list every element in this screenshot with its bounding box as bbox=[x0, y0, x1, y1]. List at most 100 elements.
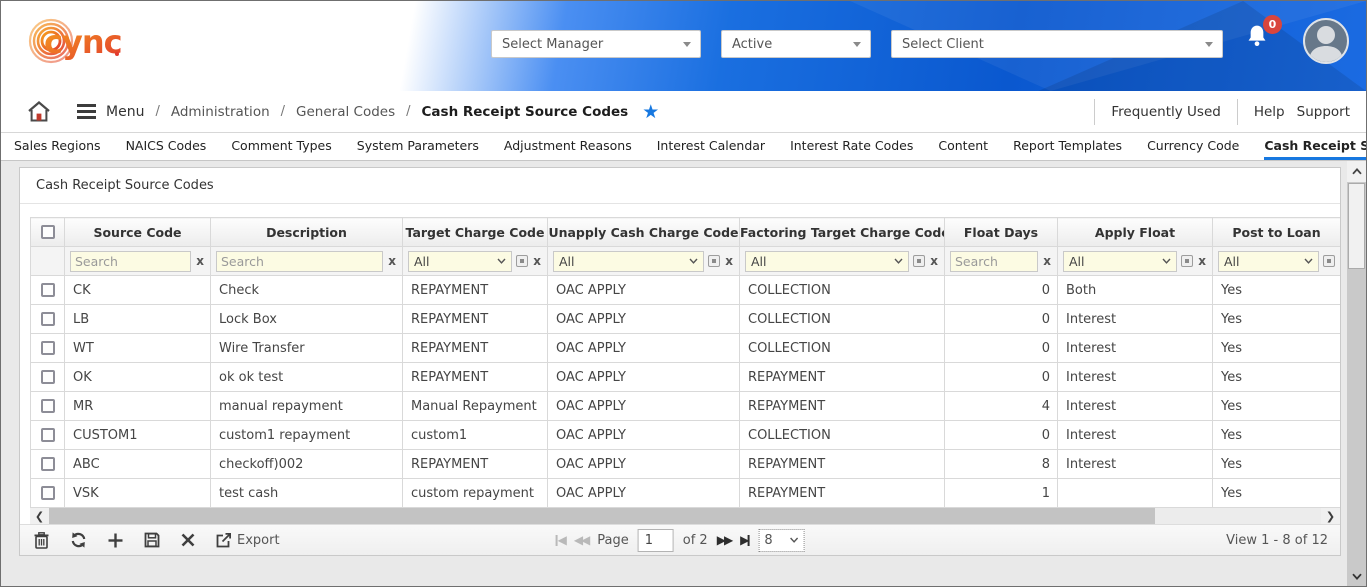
delete-button[interactable] bbox=[34, 532, 49, 549]
next-page-button[interactable]: ▶▶ bbox=[717, 533, 731, 547]
save-button[interactable] bbox=[144, 532, 160, 548]
page-number-input[interactable] bbox=[638, 529, 674, 552]
column-header[interactable]: Source Code bbox=[65, 218, 211, 247]
column-header[interactable]: Target Charge Code bbox=[403, 218, 548, 247]
clear-filter-button[interactable]: x bbox=[1042, 254, 1052, 268]
horizontal-scrollbar-thumb[interactable] bbox=[49, 508, 1155, 524]
frequently-used-link[interactable]: Frequently Used bbox=[1095, 104, 1236, 120]
first-page-button[interactable]: ◀ bbox=[556, 533, 565, 547]
chevron-down-icon bbox=[1352, 573, 1362, 580]
description-filter-input[interactable] bbox=[216, 251, 383, 272]
export-icon bbox=[216, 533, 232, 548]
cancel-button[interactable] bbox=[181, 533, 195, 547]
chevron-down-icon bbox=[1205, 42, 1213, 47]
cell-source-code: LB bbox=[65, 305, 211, 334]
breadcrumb-item[interactable]: Administration bbox=[171, 104, 270, 120]
clear-filter-button[interactable]: x bbox=[724, 254, 734, 268]
previous-page-button[interactable]: ◀◀ bbox=[574, 533, 588, 547]
cell-target-charge-code: REPAYMENT bbox=[403, 334, 548, 363]
clear-filter-button[interactable]: x bbox=[387, 254, 397, 268]
manager-select[interactable]: Select Manager bbox=[491, 30, 701, 58]
cell-source-code: VSK bbox=[65, 479, 211, 508]
tab[interactable]: Adjustment Reasons bbox=[504, 133, 632, 160]
filter-operator-button[interactable] bbox=[1181, 255, 1193, 267]
tab[interactable]: Interest Calendar bbox=[657, 133, 765, 160]
column-header[interactable]: Description bbox=[211, 218, 403, 247]
refresh-icon bbox=[70, 532, 87, 548]
menu-icon[interactable] bbox=[77, 101, 96, 122]
cync-logo[interactable]: cync bbox=[27, 10, 127, 76]
row-checkbox[interactable] bbox=[41, 370, 55, 384]
source-code-filter-input[interactable] bbox=[70, 251, 191, 272]
row-checkbox[interactable] bbox=[41, 486, 55, 500]
breadcrumb-item[interactable]: General Codes bbox=[296, 104, 395, 120]
cell-description: Lock Box bbox=[211, 305, 403, 334]
tab[interactable]: Currency Code bbox=[1147, 133, 1239, 160]
clear-filter-button[interactable]: x bbox=[929, 254, 939, 268]
tab[interactable]: Comment Types bbox=[231, 133, 331, 160]
column-header[interactable]: Factoring Target Charge Code bbox=[740, 218, 945, 247]
row-checkbox[interactable] bbox=[41, 341, 55, 355]
tab[interactable]: Cash Receipt Source Codes bbox=[1264, 133, 1367, 160]
tab[interactable]: System Parameters bbox=[357, 133, 479, 160]
notifications-button[interactable]: 0 bbox=[1244, 23, 1288, 67]
tab[interactable]: NAICS Codes bbox=[126, 133, 207, 160]
column-header[interactable]: Float Days bbox=[945, 218, 1058, 247]
menu-label[interactable]: Menu bbox=[106, 104, 144, 120]
unapply-cash-charge-code-filter-select[interactable]: All bbox=[553, 251, 704, 272]
cell-float-days: 0 bbox=[945, 276, 1058, 305]
scroll-left-button[interactable]: ❮ bbox=[30, 508, 49, 524]
column-header[interactable]: Unapply Cash Charge Code bbox=[548, 218, 740, 247]
scroll-right-button[interactable]: ❯ bbox=[1321, 508, 1340, 524]
select-all-checkbox[interactable] bbox=[41, 225, 55, 239]
apply-float-filter-select[interactable]: All bbox=[1063, 251, 1177, 272]
filter-operator-button[interactable] bbox=[516, 255, 528, 267]
last-page-button[interactable]: ▶ bbox=[740, 533, 749, 547]
float-days-filter-input[interactable] bbox=[950, 251, 1038, 272]
cell-target-charge-code: REPAYMENT bbox=[403, 363, 548, 392]
clear-filter-button[interactable]: x bbox=[532, 254, 542, 268]
tab[interactable]: Interest Rate Codes bbox=[790, 133, 913, 160]
client-select[interactable]: Select Client bbox=[891, 30, 1223, 58]
tab[interactable]: Sales Regions bbox=[14, 133, 101, 160]
filter-operator-button[interactable] bbox=[708, 255, 720, 267]
tab[interactable]: Content bbox=[938, 133, 988, 160]
page-size-select[interactable]: 8 bbox=[758, 529, 804, 552]
scroll-up-button[interactable] bbox=[1347, 161, 1366, 182]
help-link[interactable]: Help bbox=[1238, 104, 1291, 120]
post-to-loan-filter-select[interactable]: All bbox=[1218, 251, 1319, 272]
cell-post-to-loan: Yes bbox=[1213, 421, 1341, 450]
column-header[interactable]: Apply Float bbox=[1058, 218, 1213, 247]
scroll-down-button[interactable] bbox=[1347, 566, 1366, 586]
clear-filter-button[interactable]: x bbox=[195, 254, 205, 268]
cell-float-days: 0 bbox=[945, 421, 1058, 450]
target-charge-code-filter-select[interactable]: All bbox=[408, 251, 512, 272]
tab[interactable]: Report Templates bbox=[1013, 133, 1122, 160]
cell-factoring-target-charge-code: REPAYMENT bbox=[740, 479, 945, 508]
add-button[interactable] bbox=[108, 533, 123, 548]
refresh-button[interactable] bbox=[70, 532, 87, 548]
view-info: View 1 - 8 of 12 bbox=[1226, 533, 1328, 548]
favorite-star-icon[interactable]: ★ bbox=[642, 101, 659, 123]
clear-filter-button[interactable]: x bbox=[1197, 254, 1207, 268]
row-checkbox[interactable] bbox=[41, 399, 55, 413]
pagination: ◀ ◀◀ Page of 2 ▶▶ ▶ 8 bbox=[556, 529, 805, 552]
home-button[interactable] bbox=[27, 100, 51, 123]
export-button[interactable]: Export bbox=[216, 533, 280, 548]
row-checkbox[interactable] bbox=[41, 312, 55, 326]
user-avatar[interactable] bbox=[1303, 18, 1349, 64]
cell-apply-float: Interest bbox=[1058, 363, 1213, 392]
vertical-scrollbar-thumb[interactable] bbox=[1348, 183, 1365, 269]
filter-operator-button[interactable] bbox=[1323, 255, 1335, 267]
chevron-down-icon bbox=[1304, 258, 1313, 264]
cell-source-code: CUSTOM1 bbox=[65, 421, 211, 450]
column-header[interactable]: Post to Loan bbox=[1213, 218, 1341, 247]
factoring-target-charge-code-filter-select[interactable]: All bbox=[745, 251, 909, 272]
row-checkbox[interactable] bbox=[41, 283, 55, 297]
status-select[interactable]: Active bbox=[721, 30, 871, 58]
support-link[interactable]: Support bbox=[1291, 104, 1366, 120]
cell-description: custom1 repayment bbox=[211, 421, 403, 450]
filter-operator-button[interactable] bbox=[913, 255, 925, 267]
row-checkbox[interactable] bbox=[41, 428, 55, 442]
row-checkbox[interactable] bbox=[41, 457, 55, 471]
